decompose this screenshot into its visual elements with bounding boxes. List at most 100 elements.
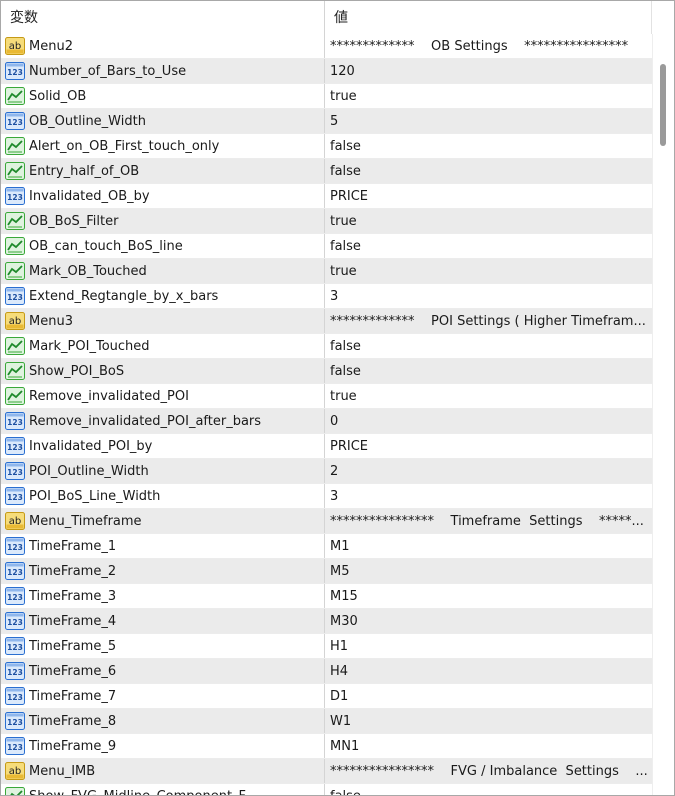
value-cell[interactable]: false (325, 784, 652, 796)
variable-cell[interactable]: 123 POI_Outline_Width (1, 459, 325, 483)
value-cell[interactable]: M5 (325, 559, 652, 583)
value-cell[interactable]: false (325, 234, 652, 258)
variable-cell[interactable]: ab Menu_IMB (1, 759, 325, 783)
parameter-row[interactable]: 123 Extend_Regtangle_by_x_bars 3 (1, 284, 652, 309)
variable-cell[interactable]: 123 TimeFrame_6 (1, 659, 325, 683)
value-cell[interactable]: ************* OB Settings **************… (325, 34, 652, 58)
column-header-variable[interactable]: 変数 (1, 1, 325, 34)
variable-cell[interactable]: 123 Remove_invalidated_POI_after_bars (1, 409, 325, 433)
column-header-value[interactable]: 値 (325, 1, 651, 34)
parameter-row[interactable]: 123 TimeFrame_6 H4 (1, 659, 652, 684)
parameter-row[interactable]: ab Menu2 ************* OB Settings *******… (1, 34, 652, 59)
parameter-row[interactable]: OB_can_touch_BoS_line false (1, 234, 652, 259)
scrollbar-thumb[interactable] (660, 64, 666, 146)
parameter-row[interactable]: Remove_invalidated_POI true (1, 384, 652, 409)
variable-cell[interactable]: Show_FVG_Midline_Component_F (1, 784, 325, 795)
123-integer-icon: 123 (5, 462, 25, 480)
variable-cell[interactable]: 123 TimeFrame_3 (1, 584, 325, 608)
value-cell[interactable]: W1 (325, 709, 652, 733)
value-cell[interactable]: false (325, 134, 652, 158)
vertical-scrollbar[interactable] (652, 34, 674, 795)
parameter-row[interactable]: 123 TimeFrame_5 H1 (1, 634, 652, 659)
parameter-row[interactable]: 123 TimeFrame_8 W1 (1, 709, 652, 734)
value-cell[interactable]: **************** Timeframe Settings ****… (325, 509, 652, 533)
variable-cell[interactable]: ab Menu_Timeframe (1, 509, 325, 533)
value-cell[interactable]: true (325, 259, 652, 283)
variable-cell[interactable]: Mark_OB_Touched (1, 259, 325, 283)
value-cell[interactable]: M15 (325, 584, 652, 608)
variable-cell[interactable]: 123 TimeFrame_4 (1, 609, 325, 633)
parameter-row[interactable]: ab Menu_Timeframe **************** Timefra… (1, 509, 652, 534)
variable-cell[interactable]: 123 POI_BoS_Line_Width (1, 484, 325, 508)
variable-cell[interactable]: 123 Extend_Regtangle_by_x_bars (1, 284, 325, 308)
variable-cell[interactable]: OB_can_touch_BoS_line (1, 234, 325, 258)
value-cell[interactable]: false (325, 359, 652, 383)
variable-cell[interactable]: OB_BoS_Filter (1, 209, 325, 233)
value-cell[interactable]: **************** FVG / Imbalance Setting… (325, 759, 652, 783)
variable-cell[interactable]: 123 TimeFrame_9 (1, 734, 325, 758)
parameter-row[interactable]: 123 TimeFrame_9 MN1 (1, 734, 652, 759)
parameter-row[interactable]: 123 Remove_invalidated_POI_after_bars 0 (1, 409, 652, 434)
variable-cell[interactable]: 123 OB_Outline_Width (1, 109, 325, 133)
parameter-row[interactable]: 123 OB_Outline_Width 5 (1, 109, 652, 134)
variable-cell[interactable]: 123 TimeFrame_5 (1, 634, 325, 658)
parameter-row[interactable]: 123 TimeFrame_1 M1 (1, 534, 652, 559)
variable-cell[interactable]: Mark_POI_Touched (1, 334, 325, 358)
value-cell[interactable]: 5 (325, 109, 652, 133)
parameter-row[interactable]: 123 TimeFrame_3 M15 (1, 584, 652, 609)
value-cell[interactable]: PRICE (325, 184, 652, 208)
value-cell[interactable]: 2 (325, 459, 652, 483)
parameter-row[interactable]: 123 Invalidated_POI_by PRICE (1, 434, 652, 459)
variable-cell[interactable]: 123 TimeFrame_8 (1, 709, 325, 733)
parameter-row[interactable]: Solid_OB true (1, 84, 652, 109)
value-cell[interactable]: 3 (325, 284, 652, 308)
value-cell[interactable]: true (325, 84, 652, 108)
variable-cell[interactable]: 123 TimeFrame_1 (1, 534, 325, 558)
value-cell[interactable]: 3 (325, 484, 652, 508)
parameter-row[interactable]: 123 Invalidated_OB_by PRICE (1, 184, 652, 209)
parameter-row[interactable]: Show_FVG_Midline_Component_F false (1, 784, 652, 796)
value-cell[interactable]: H1 (325, 634, 652, 658)
parameter-row[interactable]: 123 POI_Outline_Width 2 (1, 459, 652, 484)
parameter-row[interactable]: Alert_on_OB_First_touch_only false (1, 134, 652, 159)
value-cell[interactable]: ************* POI Settings ( Higher Time… (325, 309, 652, 333)
variable-cell[interactable]: Alert_on_OB_First_touch_only (1, 134, 325, 158)
variable-cell[interactable]: 123 Invalidated_OB_by (1, 184, 325, 208)
variable-cell[interactable]: Entry_half_of_OB (1, 159, 325, 183)
variable-cell[interactable]: Show_POI_BoS (1, 359, 325, 383)
value-cell[interactable]: M1 (325, 534, 652, 558)
variable-cell[interactable]: 123 Invalidated_POI_by (1, 434, 325, 458)
123-integer-icon: 123 (5, 537, 25, 555)
parameter-row[interactable]: OB_BoS_Filter true (1, 209, 652, 234)
value-cell[interactable]: PRICE (325, 434, 652, 458)
parameter-row[interactable]: 123 Number_of_Bars_to_Use 120 (1, 59, 652, 84)
variable-name: Number_of_Bars_to_Use (29, 63, 187, 79)
variable-cell[interactable]: ab Menu3 (1, 309, 325, 333)
parameter-row[interactable]: Entry_half_of_OB false (1, 159, 652, 184)
value-cell[interactable]: true (325, 209, 652, 233)
parameter-row[interactable]: Mark_OB_Touched true (1, 259, 652, 284)
value-cell[interactable]: false (325, 334, 652, 358)
value-cell[interactable]: 0 (325, 409, 652, 433)
parameter-row[interactable]: 123 TimeFrame_7 D1 (1, 684, 652, 709)
variable-cell[interactable]: 123 TimeFrame_2 (1, 559, 325, 583)
variable-cell[interactable]: 123 TimeFrame_7 (1, 684, 325, 708)
value-cell[interactable]: M30 (325, 609, 652, 633)
parameter-row[interactable]: 123 POI_BoS_Line_Width 3 (1, 484, 652, 509)
variable-cell[interactable]: Remove_invalidated_POI (1, 384, 325, 408)
parameter-row[interactable]: ab Menu3 ************* POI Settings ( High… (1, 309, 652, 334)
value-cell[interactable]: D1 (325, 684, 652, 708)
parameter-row[interactable]: ab Menu_IMB **************** FVG / Imbalan… (1, 759, 652, 784)
parameter-row[interactable]: Mark_POI_Touched false (1, 334, 652, 359)
value-cell[interactable]: true (325, 384, 652, 408)
parameter-row[interactable]: 123 TimeFrame_2 M5 (1, 559, 652, 584)
value-cell[interactable]: 120 (325, 59, 652, 83)
parameter-row[interactable]: Show_POI_BoS false (1, 359, 652, 384)
variable-cell[interactable]: Solid_OB (1, 84, 325, 108)
parameter-row[interactable]: 123 TimeFrame_4 M30 (1, 609, 652, 634)
variable-cell[interactable]: ab Menu2 (1, 34, 325, 58)
value-cell[interactable]: MN1 (325, 734, 652, 758)
value-cell[interactable]: H4 (325, 659, 652, 683)
variable-cell[interactable]: 123 Number_of_Bars_to_Use (1, 59, 325, 83)
value-cell[interactable]: false (325, 159, 652, 183)
